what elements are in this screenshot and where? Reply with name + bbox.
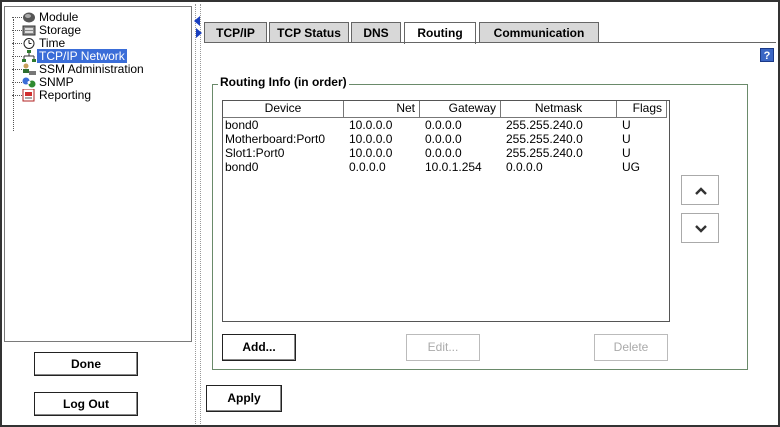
cell-flags: U xyxy=(622,146,631,160)
table-row[interactable]: bond0 10.0.0.0 0.0.0.0 255.255.240.0 U xyxy=(223,119,669,132)
delete-route-button[interactable]: Delete xyxy=(594,334,668,361)
routing-table-header: Device Net Gateway Netmask Flags xyxy=(223,101,669,118)
tree-item-label: SNMP xyxy=(39,75,74,89)
module-icon xyxy=(23,12,35,23)
done-button[interactable]: Done xyxy=(34,352,138,376)
cell-device: bond0 xyxy=(225,118,259,132)
column-header-net[interactable]: Net xyxy=(344,101,420,118)
tree-stub xyxy=(12,17,22,18)
network-icon xyxy=(22,50,36,62)
cell-netmask: 0.0.0.0 xyxy=(506,160,543,174)
storage-icon xyxy=(22,25,36,36)
table-row[interactable]: bond0 0.0.0.0 10.0.1.254 0.0.0.0 UG xyxy=(223,161,669,174)
snmp-icon xyxy=(22,77,36,88)
log-out-button[interactable]: Log Out xyxy=(34,392,138,416)
tree-stub xyxy=(12,69,22,70)
cell-device: bond0 xyxy=(225,160,259,174)
cell-gateway: 0.0.0.0 xyxy=(425,146,462,160)
move-down-button[interactable] xyxy=(681,213,719,243)
cell-gateway: 0.0.0.0 xyxy=(425,118,462,132)
chevron-down-icon xyxy=(695,225,707,233)
cell-netmask: 255.255.240.0 xyxy=(506,132,583,146)
cell-net: 10.0.0.0 xyxy=(349,118,393,132)
cell-flags: U xyxy=(622,118,631,132)
tree-stub xyxy=(12,56,22,57)
collapse-left-arrow-icon[interactable] xyxy=(194,16,200,26)
table-row[interactable]: Slot1:Port0 10.0.0.0 0.0.0.0 255.255.240… xyxy=(223,147,669,160)
cell-flags: UG xyxy=(622,160,640,174)
cell-net: 10.0.0.0 xyxy=(349,132,393,146)
tab-dns[interactable]: DNS xyxy=(351,22,401,43)
admin-icon xyxy=(23,63,36,75)
expand-right-arrow-icon[interactable] xyxy=(196,28,202,38)
tree-item-storage[interactable]: Storage xyxy=(7,24,146,37)
apply-button[interactable]: Apply xyxy=(206,385,282,412)
tree-item-label: SSM Administration xyxy=(39,62,144,76)
edit-route-button[interactable]: Edit... xyxy=(406,334,480,361)
cell-device: Slot1:Port0 xyxy=(225,146,285,160)
tab-routing[interactable]: Routing xyxy=(404,22,476,44)
move-up-button[interactable] xyxy=(681,175,719,205)
tree-item-label: Time xyxy=(39,36,66,50)
cell-net: 10.0.0.0 xyxy=(349,146,393,160)
cell-device: Motherboard:Port0 xyxy=(225,132,326,146)
tree-stub xyxy=(12,30,22,31)
add-route-button[interactable]: Add... xyxy=(222,334,296,361)
tab-strip-divider xyxy=(204,42,776,43)
table-row[interactable]: Motherboard:Port0 10.0.0.0 0.0.0.0 255.2… xyxy=(223,133,669,146)
tab-tcp-status[interactable]: TCP Status xyxy=(269,22,349,43)
tree-item-ssm-administration[interactable]: SSM Administration xyxy=(7,63,146,76)
report-icon xyxy=(22,89,35,102)
clock-icon xyxy=(23,38,35,49)
tree-item-reporting[interactable]: Reporting xyxy=(7,89,146,102)
tree-stub xyxy=(12,43,22,44)
cell-netmask: 255.255.240.0 xyxy=(506,118,583,132)
tree-stub xyxy=(12,95,22,96)
column-header-flags[interactable]: Flags xyxy=(617,101,667,118)
cell-flags: U xyxy=(622,132,631,146)
chevron-up-icon xyxy=(695,187,707,195)
column-header-gateway[interactable]: Gateway xyxy=(420,101,501,118)
routing-info-title: Routing Info (in order) xyxy=(218,75,349,89)
routing-table[interactable]: Device Net Gateway Netmask Flags bond0 1… xyxy=(222,100,670,322)
tab-communication[interactable]: Communication xyxy=(479,22,599,43)
cell-net: 0.0.0.0 xyxy=(349,160,386,174)
tree-item-label: Reporting xyxy=(39,88,92,102)
tree-stub xyxy=(12,82,22,83)
cell-gateway: 10.0.1.254 xyxy=(425,160,482,174)
help-icon[interactable]: ? xyxy=(760,48,774,62)
tree-item-label: Module xyxy=(39,10,79,24)
tab-tcpip[interactable]: TCP/IP xyxy=(204,22,267,43)
cell-netmask: 255.255.240.0 xyxy=(506,146,583,160)
column-header-netmask[interactable]: Netmask xyxy=(501,101,617,118)
pane-splitter[interactable] xyxy=(195,4,201,424)
column-header-device[interactable]: Device xyxy=(223,101,344,118)
cell-gateway: 0.0.0.0 xyxy=(425,132,462,146)
tree-item-label: Storage xyxy=(39,23,82,37)
tree-item-label: TCP/IP Network xyxy=(37,49,127,63)
navigation-tree-panel: Module Storage Time TCP/IP Network SSM A… xyxy=(4,6,192,342)
navigation-tree: Module Storage Time TCP/IP Network SSM A… xyxy=(7,10,146,131)
